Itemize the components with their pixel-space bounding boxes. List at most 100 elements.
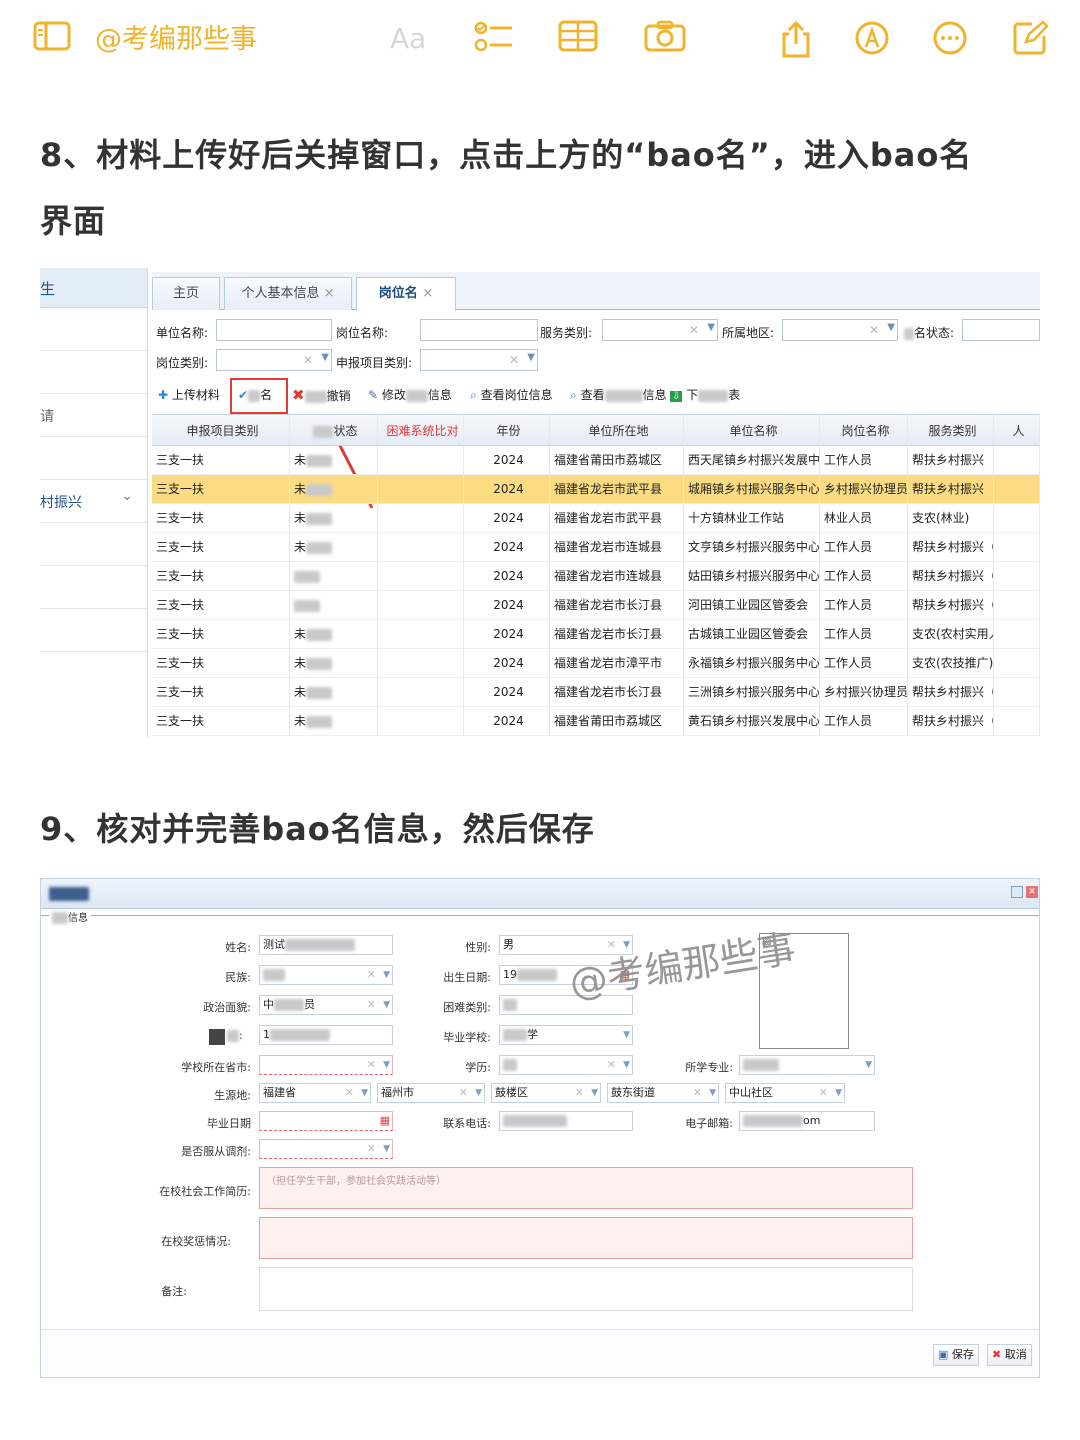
origin-city-select[interactable]: 福州市 ✕ ▼ — [377, 1083, 485, 1103]
table-cell — [378, 533, 464, 561]
table-cell — [994, 591, 1040, 619]
close-icon[interactable]: × — [324, 286, 335, 301]
table-cell-project: 三支一扶 — [152, 475, 290, 503]
cancel-button[interactable]: ✖ 取消 — [987, 1344, 1032, 1366]
service-type-label: 服务类别: — [540, 326, 593, 340]
col-unit[interactable]: 单位名称 — [684, 415, 820, 445]
view-post-button[interactable]: ⌕ 查看岗位信息 — [470, 386, 553, 403]
table-cell-year: 2024 — [464, 620, 550, 648]
col-status[interactable]: 状态 — [290, 415, 378, 445]
col-service[interactable]: 服务类别 — [908, 415, 994, 445]
status-input[interactable] — [962, 319, 1040, 341]
political-select[interactable]: 中员 ✕ ▼ — [259, 995, 393, 1015]
download-button[interactable]: ⇩ 下表 — [670, 386, 740, 403]
save-button[interactable]: ▣ 保存 — [933, 1344, 979, 1366]
email-input[interactable]: om — [739, 1111, 875, 1131]
table-row[interactable]: 三支一扶未 2024 福建省莆田市荔城区 黄石镇乡村振兴发展中心 工作人员 帮扶乡村振兴（ — [152, 707, 1040, 736]
adjust-select[interactable]: ✕ ▼ — [259, 1139, 393, 1159]
table-icon[interactable] — [558, 20, 598, 60]
tab-personal-info[interactable]: 个人基本信息 × — [224, 277, 352, 310]
share-icon[interactable] — [776, 20, 816, 60]
close-icon[interactable]: × — [422, 286, 433, 301]
origin-district-select[interactable]: 鼓楼区 ✕ ▼ — [491, 1083, 601, 1103]
col-project[interactable]: 申报项目类别 — [152, 415, 290, 445]
table-row[interactable]: 三支一扶未 2024 福建省龙岩市连城县 文亨镇乡村振兴服务中心 工作人员 帮扶乡村振兴（ — [152, 533, 1040, 562]
unit-name-input[interactable] — [216, 319, 332, 341]
major-select[interactable]: ▼ — [739, 1055, 875, 1075]
origin-street-select[interactable]: 鼓东街道 ✕ ▼ — [607, 1083, 719, 1103]
table-cell-year: 2024 — [464, 475, 550, 503]
table-cell-post: 乡村振兴协理员 — [820, 475, 908, 503]
origin-province-select[interactable]: 福建省 ✕ ▼ — [259, 1083, 371, 1103]
table-cell-service: 帮扶乡村振兴（ — [908, 562, 994, 590]
birth-label: 出生日期: — [443, 971, 491, 984]
checklist-icon[interactable] — [474, 20, 514, 60]
markup-icon[interactable] — [852, 20, 892, 60]
work-textarea[interactable]: （担任学生干部，参加社会实践活动等） — [259, 1167, 913, 1209]
calendar-icon[interactable]: ▦ — [380, 1112, 390, 1130]
table-cell — [378, 707, 464, 735]
tab-personal-info-label: 个人基本信息 — [241, 286, 320, 301]
table-row[interactable]: 三支一扶 2024 福建省龙岩市连城县 姑田镇乡村振兴服务中心 工作人员 帮扶乡村振兴（ — [152, 562, 1040, 591]
section-divider — [41, 915, 1039, 916]
id-input[interactable]: 1 — [259, 1025, 393, 1045]
table-cell-year: 2024 — [464, 707, 550, 735]
upload-button[interactable]: ✚ 上传材料 — [158, 386, 220, 403]
school-select[interactable]: 学 ▼ — [499, 1025, 633, 1045]
service-type-select[interactable]: ✕ ▼ — [602, 319, 718, 341]
col-hardship-check[interactable]: 困难系统比对 — [378, 415, 464, 445]
grad-date-input[interactable]: ▦ — [259, 1111, 393, 1131]
post-name-input[interactable] — [420, 319, 538, 341]
note-textarea[interactable] — [259, 1267, 913, 1311]
floppy-icon: ▣ — [938, 1348, 949, 1361]
col-location[interactable]: 单位所在地 — [550, 415, 684, 445]
step9-heading: 9、核对并完善bao名信息，然后保存 — [40, 810, 595, 848]
post-name-label: 岗位名称: — [336, 326, 389, 340]
close-icon[interactable]: ✕ — [1026, 886, 1038, 898]
table-row[interactable]: 三支一扶未 2024 福建省龙岩市武平县 十方镇林业工作站 林业人员 支农(林业) — [152, 504, 1040, 533]
school-city-select[interactable]: ✕ ▼ — [259, 1055, 393, 1075]
minimize-icon[interactable] — [1011, 886, 1023, 898]
ethnic-select[interactable]: ✕ ▼ — [259, 965, 393, 985]
col-year[interactable]: 年份 — [464, 415, 550, 445]
step8-heading: 8、材料上传好后关掉窗口，点击上方的“bao名”，进入bao名 界面 — [40, 122, 972, 254]
region-select[interactable]: ✕ ▼ — [782, 319, 898, 341]
left-nav-item-apply[interactable]: 请 — [40, 394, 147, 437]
format-button[interactable]: Aa — [390, 22, 426, 55]
table-row[interactable]: 三支一扶未 2024 福建省龙岩市长汀县 古城镇工业园区管委会 工作人员 支农(农村实用人 — [152, 620, 1040, 649]
table-row[interactable]: 三支一扶未 2024 福建省龙岩市长汀县 三洲镇乡村振兴服务中心 乡村振兴协理员 帮扶乡村… — [152, 678, 1040, 707]
award-textarea[interactable] — [259, 1217, 913, 1259]
col-extra[interactable]: 人 — [994, 415, 1040, 445]
main-panel: 主页 个人基本信息 × 岗位名 × 单位名称: 岗位名称: 服务类别: ✕ ▼ 所… — [152, 268, 1040, 738]
edit-info-button[interactable]: ✎ 修改 信息 — [368, 386, 452, 403]
origin-community-select[interactable]: 中山社区 ✕ ▼ — [725, 1083, 845, 1103]
table-cell — [994, 707, 1040, 735]
table-cell — [378, 562, 464, 590]
table-cell-status: 未 — [290, 446, 378, 474]
revoke-button[interactable]: ✖ 撤销 — [292, 386, 351, 404]
table-row[interactable]: 三支一扶 2024 福建省龙岩市长汀县 河田镇工业园区管委会 工作人员 帮扶乡村振兴（ — [152, 591, 1040, 620]
table-row[interactable]: 三支一扶未 2024 福建省龙岩市武平县 城厢镇乡村振兴服务中心 乡村振兴协理员 帮扶乡村… — [152, 475, 1040, 504]
camera-icon[interactable] — [644, 20, 686, 60]
more-icon[interactable] — [930, 20, 970, 60]
unit-name-label: 单位名称: — [156, 326, 209, 340]
compose-icon[interactable] — [1010, 20, 1050, 60]
phone-input[interactable] — [499, 1111, 633, 1131]
origin-label: 生源地: — [214, 1089, 251, 1102]
post-category-select[interactable]: ✕ ▼ — [216, 349, 332, 371]
sidebar-icon[interactable] — [32, 20, 72, 60]
left-nav-item-rural[interactable]: 村振兴 ⌄ — [40, 480, 147, 523]
name-input[interactable]: 测试 — [259, 935, 393, 955]
tab-home[interactable]: 主页 — [152, 277, 220, 310]
edu-select[interactable]: ✕ ▼ — [499, 1055, 633, 1075]
table-row[interactable]: 三支一扶未 2024 福建省莆田市荔城区 西天尾镇乡村振兴发展中 工作人员 帮扶乡村振兴 — [152, 446, 1040, 475]
col-post[interactable]: 岗位名称 — [820, 415, 908, 445]
view-other-button[interactable]: ⌕ 查看 信息 — [570, 386, 667, 403]
tab-post-apply[interactable]: 岗位名 × — [356, 277, 456, 311]
project-category-select[interactable]: ✕ ▼ — [420, 349, 538, 371]
table-cell-service: 支农(林业) — [908, 504, 994, 532]
table-cell-project: 三支一扶 — [152, 591, 290, 619]
table-cell — [378, 591, 464, 619]
table-cell-post: 工作人员 — [820, 562, 908, 590]
table-row[interactable]: 三支一扶未 2024 福建省龙岩市漳平市 永福镇乡村振兴服务中心 工作人员 支农(农技推广… — [152, 649, 1040, 678]
